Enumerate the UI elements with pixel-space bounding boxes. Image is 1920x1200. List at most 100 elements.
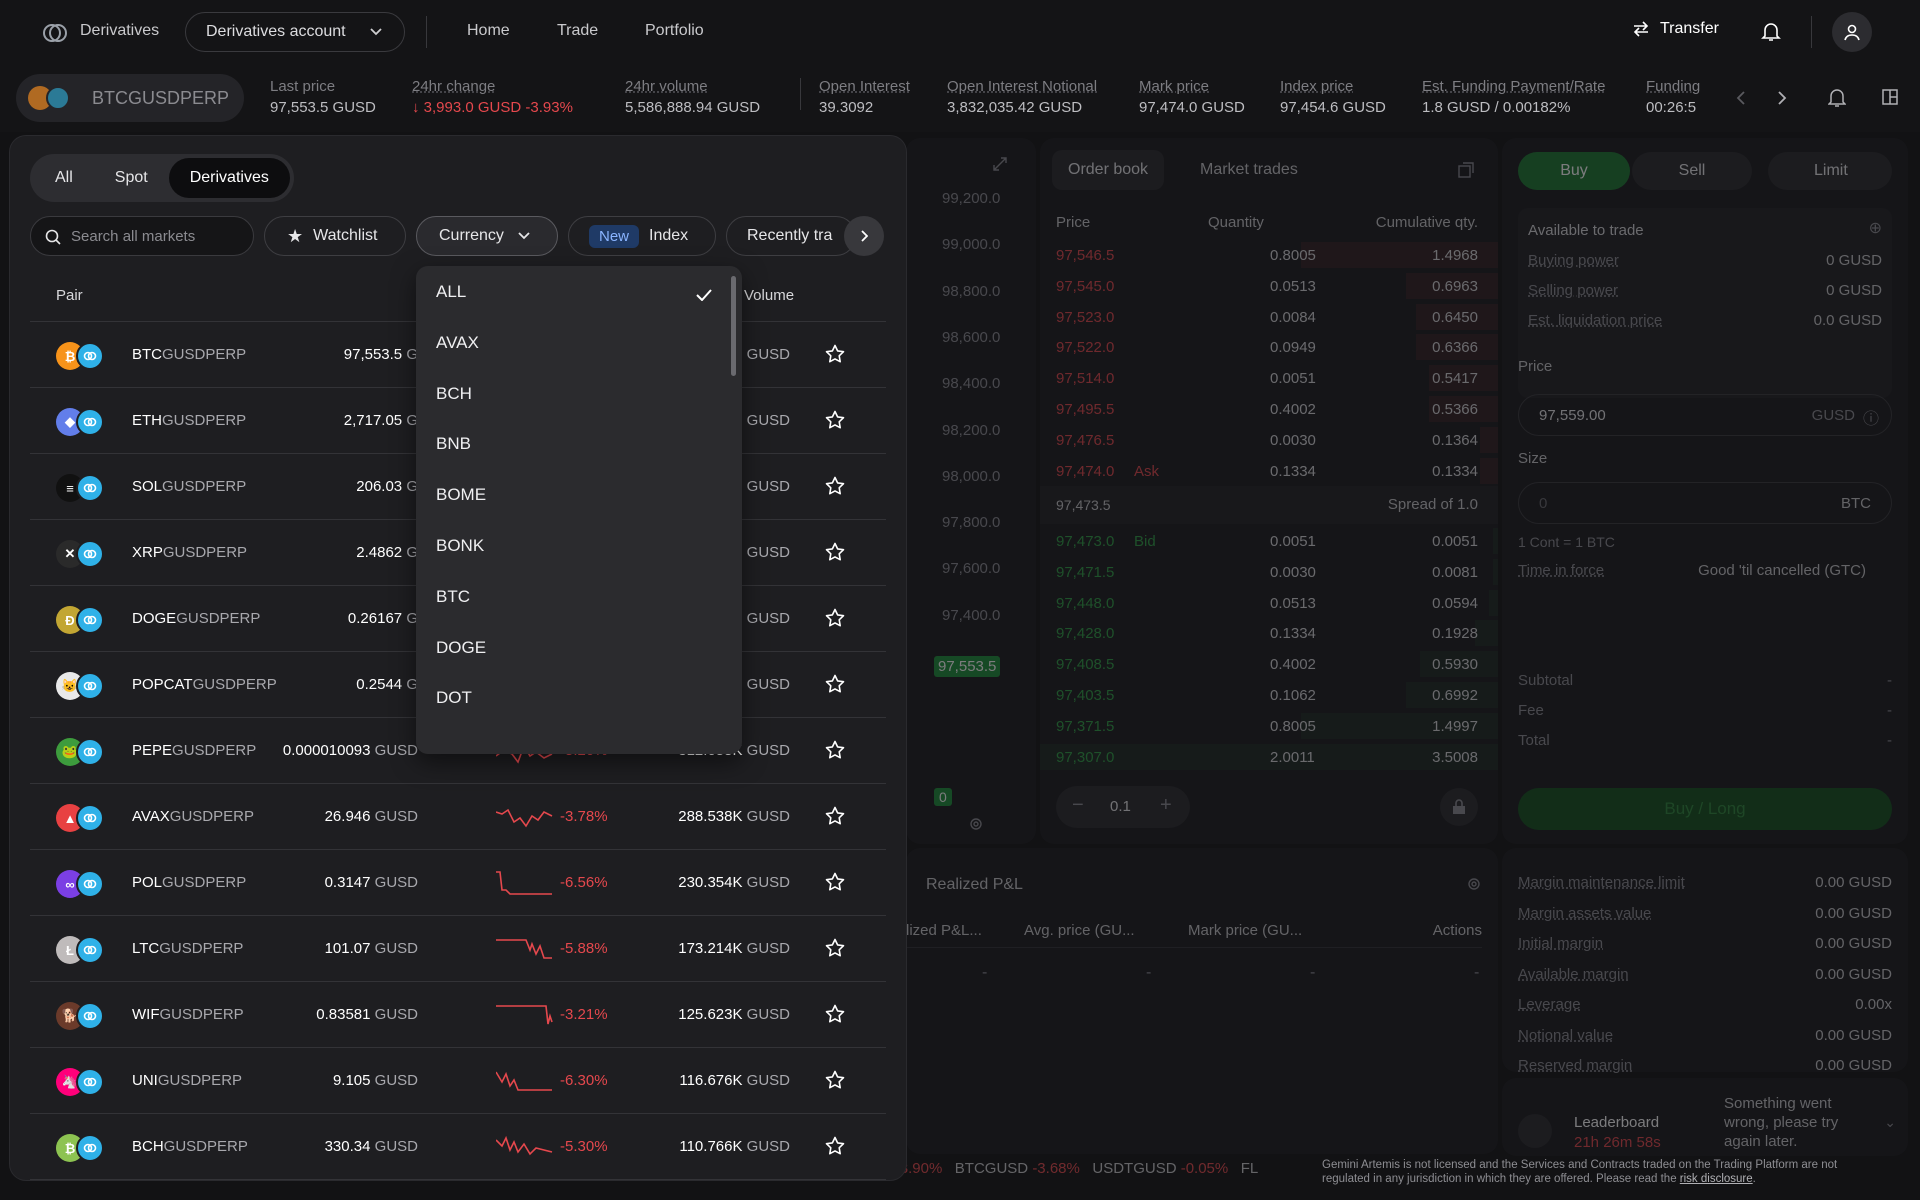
available-label[interactable]: Selling power [1528,282,1618,299]
risk-disclosure-link[interactable]: risk disclosure [1680,1173,1753,1185]
watchlist-star-icon[interactable] [825,608,845,633]
watchlist-star-icon[interactable] [825,344,845,369]
transfer-button[interactable]: Transfer [1632,20,1719,38]
watchlist-star-icon[interactable] [825,542,845,567]
popout-icon[interactable] [1458,162,1474,178]
currency-option-all[interactable]: ALL [416,266,736,316]
ob-step-control[interactable]: − 0.1 + [1056,786,1190,828]
watchlist-star-icon[interactable] [825,1004,845,1029]
watchlist-star-icon[interactable] [825,674,845,699]
nav-home[interactable]: Home [467,22,510,40]
market-row[interactable]: ▲ AVAXGUSDPERP 26.946 GUSD -3.78% 288.538K G… [30,784,886,850]
ask-row[interactable]: 97,474.0 Ask 0.1334 0.1334 [1040,456,1498,487]
col-volume[interactable]: Volume [744,287,794,304]
segment-spot[interactable]: Spot [94,158,169,198]
chevron-down-icon[interactable]: ⌄ [1884,1114,1896,1131]
index-filter[interactable]: New Index [568,216,716,256]
bid-row[interactable]: 97,428.0 0.1334 0.1928 [1040,618,1498,649]
currency-option-btc[interactable]: BTC [416,571,736,621]
chevron-left-icon[interactable] [1736,90,1746,106]
ask-row[interactable]: 97,545.0 0.0513 0.6963 [1040,271,1498,302]
stat-label[interactable]: Open Interest Notional [947,78,1097,95]
watchlist-star-icon[interactable] [825,410,845,435]
account-select[interactable]: Derivatives account [185,12,405,52]
ask-row[interactable]: 97,546.5 0.8005 1.4968 [1040,240,1498,271]
plus-icon[interactable]: + [1160,794,1172,817]
buy-tab[interactable]: Buy [1518,152,1630,190]
watchlist-star-icon[interactable] [825,872,845,897]
available-label[interactable]: Buying power [1528,252,1619,269]
market-search-input[interactable]: Search all markets [30,216,254,256]
order-type-select[interactable]: Limit [1768,152,1892,190]
margin-label[interactable]: Reserved margin [1518,1057,1632,1074]
bid-row[interactable]: 97,307.0 2.0011 3.5008 [1040,742,1498,773]
watchlist-star-icon[interactable] [825,806,845,831]
margin-label[interactable]: Leverage [1518,996,1581,1013]
currency-option-bome[interactable]: BOME [416,469,736,519]
currency-option-dot[interactable]: DOT [416,672,736,722]
segment-derivatives[interactable]: Derivatives [168,158,290,198]
layout-icon[interactable] [1882,89,1898,105]
bid-row[interactable]: 97,473.0 Bid 0.0051 0.0051 [1040,526,1498,557]
market-row[interactable]: Ł LTCGUSDPERP 101.07 GUSD -5.88% 173.214K GU… [30,916,886,982]
margin-label[interactable]: Margin assets value [1518,905,1651,922]
watchlist-star-icon[interactable] [825,1070,845,1095]
ask-row[interactable]: 97,523.0 0.0084 0.6450 [1040,302,1498,333]
ask-row[interactable]: 97,522.0 0.0949 0.6366 [1040,332,1498,363]
currency-filter[interactable]: Currency [416,216,558,256]
margin-label[interactable]: Margin maintenance limit [1518,874,1685,891]
stat-label[interactable]: Est. Funding Payment/Rate [1422,78,1605,95]
expand-icon[interactable] [992,156,1008,172]
tab-realized-pnl[interactable]: Realized P&L [926,876,1023,894]
watchlist-star-icon[interactable] [825,476,845,501]
gemini-logo-icon[interactable] [42,20,68,46]
recently-traded-filter[interactable]: Recently tra [726,216,856,256]
stat-label[interactable]: Funding [1646,78,1700,95]
tab-order-book[interactable]: Order book [1052,150,1165,190]
nav-trade[interactable]: Trade [557,22,598,40]
currency-option-bnb[interactable]: BNB [416,418,736,468]
watchlist-star-icon[interactable] [825,938,845,963]
market-row[interactable]: 🐕 WIFGUSDPERP 0.83581 GUSD -3.21% 125.623K G… [30,982,886,1048]
notifications-bell-icon[interactable] [1761,21,1781,43]
ask-row[interactable]: 97,495.5 0.4002 0.5366 [1040,394,1498,425]
market-row[interactable]: ∞ POLGUSDPERP 0.3147 GUSD -6.56% 230.354K GU… [30,850,886,916]
minus-icon[interactable]: − [1072,794,1084,817]
price-alert-bell-icon[interactable] [1828,88,1846,108]
tab-market-trades[interactable]: Market trades [1200,161,1298,179]
symbol-selector[interactable]: BTCGUSDPERP [16,74,244,122]
filters-scroll-right-button[interactable] [844,216,884,256]
chevron-right-icon[interactable] [1777,90,1787,106]
watchlist-star-icon[interactable] [825,740,845,765]
available-label[interactable]: Est. liquidation price [1528,312,1662,329]
bid-row[interactable]: 97,371.5 0.8005 1.4997 [1040,711,1498,742]
sell-tab[interactable]: Sell [1632,152,1752,190]
buy-long-button[interactable]: Buy / Long [1518,788,1892,830]
currency-option-doge[interactable]: DOGE [416,622,736,672]
info-icon[interactable]: ⓘ [1863,405,1879,429]
lock-button[interactable] [1440,788,1478,826]
watchlist-star-icon[interactable] [825,1136,845,1161]
ask-row[interactable]: 97,514.0 0.0051 0.5417 [1040,363,1498,394]
profile-avatar-button[interactable] [1832,12,1872,52]
chart-settings-icon[interactable] [968,816,984,832]
bid-row[interactable]: 97,448.0 0.0513 0.0594 [1040,588,1498,619]
stat-label[interactable]: Mark price [1139,78,1245,95]
bid-row[interactable]: 97,403.5 0.1062 0.6992 [1040,680,1498,711]
currency-option-bonk[interactable]: BONK [416,520,736,570]
leaderboard-panel[interactable]: Leaderboard 21h 26m 58s Something went w… [1502,1078,1908,1156]
col-pair[interactable]: Pair [56,287,83,304]
stat-label[interactable]: 24hr change [412,78,573,95]
add-circle-icon[interactable]: ⊕ [1869,218,1882,238]
stat-label[interactable]: 24hr volume [625,78,760,95]
margin-label[interactable]: Available margin [1518,966,1629,983]
currency-option-bch[interactable]: BCH [416,368,736,418]
nav-portfolio[interactable]: Portfolio [645,22,704,40]
tif-label[interactable]: Time in force [1518,562,1604,579]
bid-row[interactable]: 97,471.5 0.0030 0.0081 [1040,557,1498,588]
margin-label[interactable]: Initial margin [1518,935,1603,952]
currency-option-avax[interactable]: AVAX [416,317,736,367]
size-input[interactable]: 0 BTC [1518,482,1892,524]
bid-row[interactable]: 97,408.5 0.4002 0.5930 [1040,649,1498,680]
stat-label[interactable]: Index price [1280,78,1386,95]
